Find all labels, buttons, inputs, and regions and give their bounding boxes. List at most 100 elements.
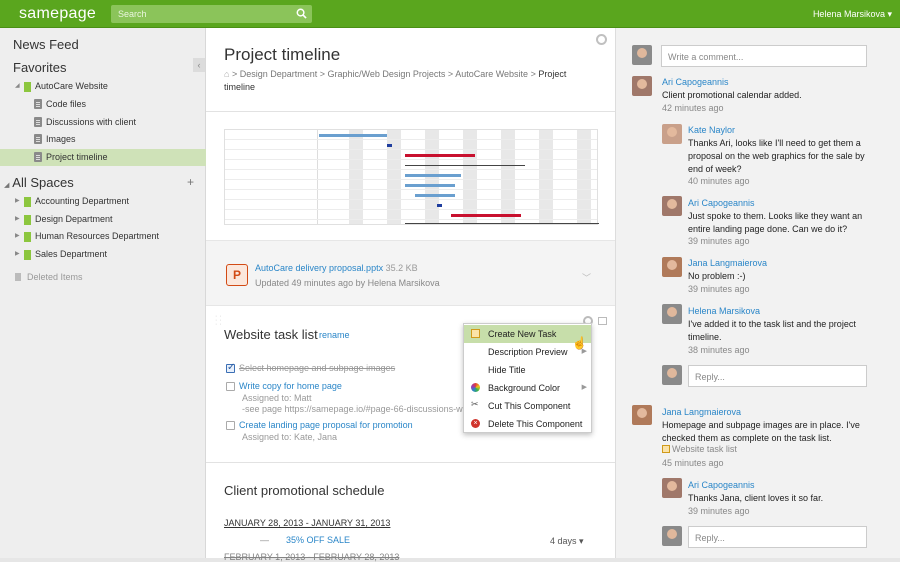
sidebar-item-code-files[interactable]: Code files — [0, 96, 206, 113]
breadcrumb-link[interactable]: Graphic/Web Design Projects — [328, 69, 446, 79]
sidebar-item-discussions[interactable]: Discussions with client — [0, 114, 206, 131]
add-space-button[interactable]: + — [187, 175, 194, 189]
page-icon — [34, 117, 42, 127]
drag-handle-icon[interactable]: · · · · · · — [215, 313, 222, 328]
reply-input[interactable]: Reply... — [688, 365, 867, 387]
task-text[interactable]: Write copy for home page — [239, 381, 342, 391]
task-checkbox[interactable] — [226, 362, 235, 373]
task-list-reference-label: Website task list — [672, 444, 737, 454]
page-icon — [34, 152, 42, 162]
menu-item-cut-component[interactable]: ✂ Cut This Component — [464, 397, 591, 415]
comment-author[interactable]: Ari Capogeannis — [688, 480, 755, 490]
file-attachment[interactable]: P AutoCare delivery proposal.pptx 35.2 K… — [206, 240, 615, 306]
menu-item-label: Description Preview — [488, 347, 568, 357]
sidebar-item-sales[interactable]: ▶ Sales Department — [0, 246, 206, 263]
comment-text: I've added it to the task list and the p… — [688, 319, 856, 329]
task-text[interactable]: Select homepage and subpage images — [239, 363, 395, 373]
gantt-row-line — [225, 169, 597, 170]
expand-triangle-icon[interactable]: ▶ — [15, 211, 20, 228]
task-text[interactable]: Create landing page proposal for promoti… — [239, 420, 413, 430]
timeline-chart-thumbnail[interactable] — [224, 129, 599, 225]
menu-item-delete-component[interactable]: × Delete This Component — [464, 415, 591, 433]
collapse-sidebar-button[interactable]: ‹ — [193, 58, 205, 72]
comment-time: 39 minutes ago — [688, 236, 750, 246]
sidebar-item-autocare-website[interactable]: ◢ AutoCare Website — [0, 78, 206, 95]
comments-toggle-icon[interactable] — [598, 317, 607, 325]
schedule-item-link[interactable]: 35% OFF SALE — [286, 535, 350, 545]
sidebar-item-accounting[interactable]: ▶ Accounting Department — [0, 193, 206, 210]
comment-author[interactable]: Helena Marsikova — [688, 306, 760, 316]
gantt-row-line — [225, 149, 597, 150]
comment-text: No problem :-) — [688, 271, 746, 281]
crumb-sep: > — [445, 69, 456, 79]
page-icon — [34, 134, 42, 144]
news-feed-link[interactable]: News Feed — [13, 37, 79, 52]
comments-panel — [615, 28, 900, 558]
expand-triangle-icon[interactable]: ▶ — [15, 193, 20, 210]
expand-triangle-icon[interactable]: ◢ — [4, 182, 9, 189]
samepage-logo[interactable]: samepage — [19, 5, 96, 23]
expand-triangle-icon[interactable]: ◢ — [15, 78, 20, 95]
sidebar-item-label: Discussions with client — [46, 117, 137, 127]
file-name-link[interactable]: AutoCare delivery proposal.pptx — [255, 263, 383, 273]
task-note: -see page https://samepage.io/#page-66-d… — [242, 404, 463, 414]
sidebar-item-design[interactable]: ▶ Design Department — [0, 211, 206, 228]
menu-item-label: Delete This Component — [488, 419, 583, 429]
comment-time: 42 minutes ago — [662, 103, 724, 113]
menu-item-hide-title[interactable]: Hide Title — [464, 361, 591, 379]
avatar — [662, 478, 682, 498]
breadcrumb-link[interactable]: Design Department — [240, 69, 318, 79]
folder-icon — [24, 250, 31, 260]
reply-input[interactable]: Reply... — [688, 526, 867, 548]
gantt-bar — [451, 214, 521, 217]
deleted-items-link[interactable]: Deleted Items — [27, 272, 83, 282]
menu-item-background-color[interactable]: Background Color ▶ — [464, 379, 591, 397]
write-comment-input[interactable]: Write a comment... — [661, 45, 867, 67]
comment-author[interactable]: Jana Langmaierova — [662, 407, 741, 417]
duration-dropdown[interactable]: 4 days ▾ — [550, 536, 584, 547]
page-settings-icon[interactable] — [596, 34, 607, 45]
gantt-bar — [405, 165, 525, 166]
search-icon[interactable] — [296, 8, 307, 19]
chevron-down-icon[interactable]: ﹀ — [582, 271, 591, 284]
breadcrumb-link[interactable]: AutoCare Website — [455, 69, 528, 79]
rename-link[interactable]: rename — [319, 330, 350, 340]
task-icon — [662, 445, 670, 453]
sidebar-item-label: Images — [46, 134, 76, 144]
gantt-row-line — [225, 219, 597, 220]
comment-text: entire landing page done. Can we do it? — [688, 224, 848, 234]
expand-triangle-icon[interactable]: ▶ — [15, 228, 20, 245]
sidebar: ‹ News Feed Favorites ◢ AutoCare Website… — [0, 28, 206, 558]
delete-icon: × — [471, 419, 480, 428]
file-size: 35.2 KB — [385, 263, 418, 273]
all-spaces-heading[interactable]: ◢ All Spaces — [4, 175, 74, 190]
home-icon[interactable]: ⌂ — [224, 69, 229, 79]
comment-text: Thanks Jana, client loves it so far. — [688, 493, 824, 503]
gantt-row-line — [225, 159, 597, 160]
sidebar-item-project-timeline[interactable]: Project timeline — [0, 149, 206, 166]
sidebar-item-images[interactable]: Images — [0, 131, 206, 148]
comment-author[interactable]: Ari Capogeannis — [688, 198, 755, 208]
folder-icon — [24, 82, 31, 92]
gantt-bar — [405, 154, 475, 157]
task-checkbox[interactable] — [226, 382, 235, 391]
sidebar-item-label: Human Resources Department — [35, 231, 160, 241]
task-checkbox[interactable] — [226, 421, 235, 430]
sidebar-item-hr[interactable]: ▶ Human Resources Department — [0, 228, 206, 245]
folder-icon — [24, 232, 31, 242]
expand-triangle-icon[interactable]: ▶ — [15, 246, 20, 263]
gantt-row-line — [225, 199, 597, 200]
task-list-reference[interactable]: Website task list — [662, 444, 737, 454]
powerpoint-file-icon: P — [226, 264, 248, 286]
sidebar-item-label: Accounting Department — [35, 196, 130, 206]
comment-author[interactable]: Jana Langmaierova — [688, 258, 767, 268]
divider — [206, 462, 615, 463]
task-icon — [471, 329, 480, 338]
comment-text: Just spoke to them. Looks like they want… — [688, 211, 863, 221]
comment-author[interactable]: Kate Naylor — [688, 125, 735, 135]
comment-author[interactable]: Ari Capogeannis — [662, 77, 729, 87]
file-meta: Updated 49 minutes ago by Helena Marsiko… — [255, 278, 440, 288]
search-input[interactable]: Search — [111, 5, 312, 23]
avatar — [632, 76, 652, 96]
user-menu[interactable]: Helena Marsikova ▾ — [813, 9, 892, 20]
